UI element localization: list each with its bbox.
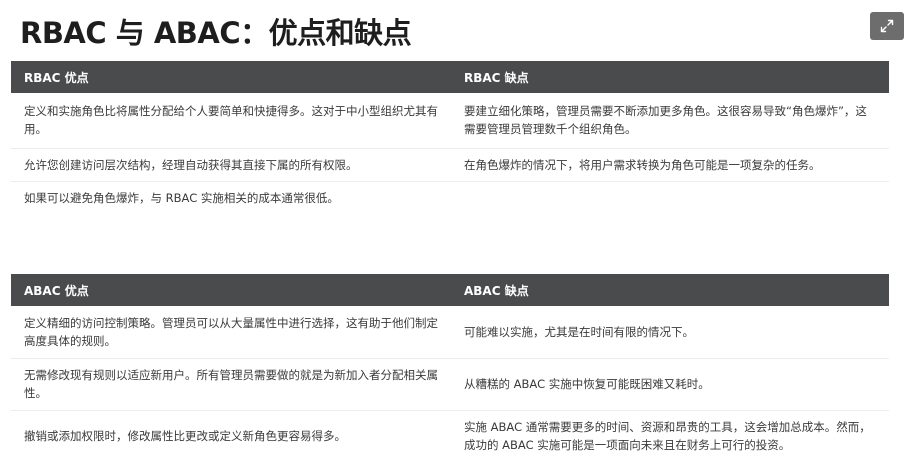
table-row: 定义和实施角色比将属性分配给个人要简单和快捷得多。这对于中小型组织尤其有用。 要… <box>11 93 889 149</box>
abac-con-cell: 从糟糕的 ABAC 实施中恢复可能既困难又耗时。 <box>451 358 889 411</box>
abac-con-cell: 实施 ABAC 通常需要更多的时间、资源和昂贵的工具，这会增加总成本。然而，成功… <box>464 419 871 452</box>
abac-pro-cell: 撤销或添加权限时，修改属性比更改或定义新角色更容易得多。 <box>24 428 346 443</box>
rbac-con-cell: 在角色爆炸的情况下，将用户需求转换为角色可能是一项复杂的任务。 <box>451 148 889 182</box>
abac-con-cell: 可能难以实施，尤其是在时间有限的情况下。 <box>451 306 889 359</box>
rbac-comparison-table: RBAC 优点 RBAC 缺点 定义和实施角色比将属性分配给个人要简单和快捷得多… <box>11 61 889 214</box>
rbac-pro-cell: 定义和实施角色比将属性分配给个人要简单和快捷得多。这对于中小型组织尤其有用。 <box>11 93 451 149</box>
rbac-con-cell: 要建立细化策略，管理员需要不断添加更多角色。这很容易导致“角色爆炸”，这需要管理… <box>451 93 889 149</box>
table-row: 撤销或添加权限时，修改属性比更改或定义新角色更容易得多。 实施 ABAC 通常需… <box>11 410 889 461</box>
page-title: RBAC 与 ABAC：优点和缺点 <box>20 16 412 50</box>
abac-pro-cell: 定义精细的访问控制策略。管理员可以从大量属性中进行选择，这有助于他们制定高度具体… <box>11 306 451 359</box>
table-row: 无需修改现有规则以适应新用户。所有管理员需要做的就是为新加入者分配相关属性。 从… <box>11 358 889 411</box>
table-header-row: RBAC 优点 RBAC 缺点 <box>11 61 889 93</box>
table-row: 如果可以避免角色爆炸，与 RBAC 实施相关的成本通常很低。 <box>11 181 889 214</box>
abac-cons-header: ABAC 缺点 <box>451 274 889 306</box>
rbac-con-cell <box>451 181 889 214</box>
table-header-row: ABAC 优点 ABAC 缺点 <box>11 274 889 306</box>
abac-pros-header: ABAC 优点 <box>11 274 451 306</box>
table-row: 允许您创建访问层次结构，经理自动获得其直接下属的所有权限。 在角色爆炸的情况下，… <box>11 148 889 182</box>
table-row: 定义精细的访问控制策略。管理员可以从大量属性中进行选择，这有助于他们制定高度具体… <box>11 306 889 359</box>
abac-comparison-table: ABAC 优点 ABAC 缺点 定义精细的访问控制策略。管理员可以从大量属性中进… <box>11 274 889 461</box>
abac-pro-cell: 无需修改现有规则以适应新用户。所有管理员需要做的就是为新加入者分配相关属性。 <box>11 358 451 411</box>
expand-icon <box>880 19 894 33</box>
rbac-pro-cell: 如果可以避免角色爆炸，与 RBAC 实施相关的成本通常很低。 <box>24 190 339 205</box>
rbac-pros-header: RBAC 优点 <box>11 61 451 93</box>
rbac-pro-cell: 允许您创建访问层次结构，经理自动获得其直接下属的所有权限。 <box>11 148 451 182</box>
rbac-cons-header: RBAC 缺点 <box>451 61 889 93</box>
expand-button[interactable] <box>870 12 904 40</box>
